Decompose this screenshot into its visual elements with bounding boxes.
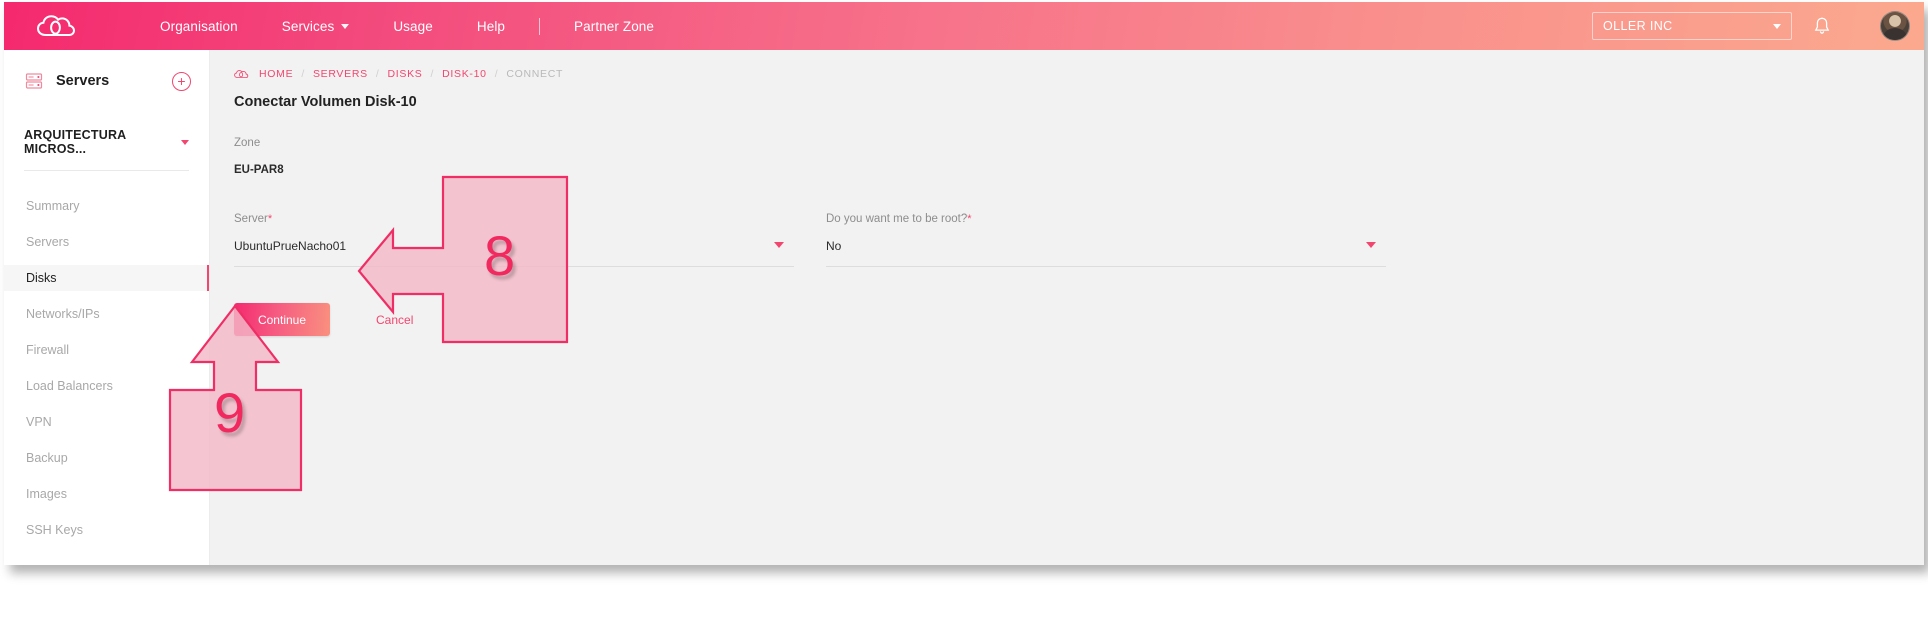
cancel-button[interactable]: Cancel: [370, 312, 419, 328]
root-field-label: Do you want me to be root?*: [826, 213, 1386, 225]
server-select-value: UbuntuPrueNacho01: [234, 239, 347, 253]
sidebar-item-images[interactable]: Images: [4, 481, 209, 507]
continue-button[interactable]: Continue: [234, 303, 330, 336]
sidebar-header: Servers +: [4, 58, 209, 104]
sidebar-item-firewall[interactable]: Firewall: [4, 337, 209, 363]
breadcrumb-item-home[interactable]: HOME: [259, 68, 293, 80]
server-label-text: Server: [234, 213, 268, 225]
root-label-text: Do you want me to be root?: [826, 213, 968, 225]
nav-item-label: Partner Zone: [574, 18, 655, 34]
organisation-selector-value: OLLER INC: [1603, 19, 1673, 33]
sidebar-item-label: Images: [26, 487, 67, 501]
zone-block: Zone EU-PAR8: [211, 137, 1924, 176]
breadcrumb-item-connect: CONNECT: [506, 68, 564, 80]
cloud-icon: [234, 69, 249, 79]
server-rack-icon: [25, 73, 43, 89]
sidebar-menu: Summary Servers Disks Networks/IPs Firew…: [4, 193, 209, 543]
top-navigation-bar: Organisation Services Usage Help Partner…: [4, 2, 1924, 50]
breadcrumb-item-disks[interactable]: DISKS: [387, 68, 422, 80]
project-selector[interactable]: ARQUITECTURA MICROS...: [24, 128, 189, 171]
project-selector-label: ARQUITECTURA MICROS...: [24, 128, 126, 156]
root-select[interactable]: No: [826, 239, 1386, 267]
nav-item-usage[interactable]: Usage: [371, 19, 455, 34]
nav-item-help[interactable]: Help: [455, 19, 527, 34]
sidebar-item-label: VPN: [26, 415, 52, 429]
server-field: Server* UbuntuPrueNacho01: [234, 213, 794, 267]
sidebar-item-disks[interactable]: Disks: [4, 265, 209, 291]
sidebar-item-networks-ips[interactable]: Networks/IPs: [4, 301, 209, 327]
sidebar-item-load-balancers[interactable]: Load Balancers: [4, 373, 209, 399]
zone-label: Zone: [234, 137, 261, 149]
cloud-logo-icon: [37, 15, 75, 36]
sidebar-item-label: SSH Keys: [26, 523, 83, 537]
main-content: HOME / SERVERS / DISKS / DISK-10 / CONNE…: [211, 50, 1924, 565]
sidebar-item-label: Load Balancers: [26, 379, 113, 393]
sidebar-item-label: Networks/IPs: [26, 307, 100, 321]
nav-menu: Organisation Services Usage Help Partner…: [138, 17, 676, 35]
navbar-right-cluster: OLLER INC: [1592, 2, 1910, 50]
sidebar-item-label: Firewall: [26, 343, 70, 357]
application-window: Organisation Services Usage Help Partner…: [4, 2, 1924, 565]
nav-item-label: Usage: [393, 18, 433, 34]
sidebar-item-servers[interactable]: Servers: [4, 229, 209, 255]
nav-item-label: Help: [476, 18, 506, 34]
breadcrumb-item-disk-10[interactable]: DISK-10: [442, 68, 487, 80]
horizontal-scrollbar[interactable]: [418, 558, 1924, 565]
sidebar-section-title: Servers: [56, 73, 110, 89]
sidebar-item-backup[interactable]: Backup: [4, 445, 209, 471]
notifications-button[interactable]: [1792, 17, 1852, 35]
server-field-label: Server*: [234, 213, 794, 225]
breadcrumb-item-servers[interactable]: SERVERS: [313, 68, 368, 80]
nav-item-partner-zone[interactable]: Partner Zone: [552, 19, 676, 34]
breadcrumb-separator: /: [375, 68, 380, 80]
sidebar-item-label: Backup: [26, 451, 68, 465]
form-row: Server* UbuntuPrueNacho01 Do you want me…: [211, 213, 1924, 267]
add-server-button[interactable]: +: [172, 71, 191, 91]
nav-divider: [539, 17, 541, 35]
breadcrumb-separator: /: [430, 68, 435, 80]
form-actions: Continue Cancel: [211, 303, 1924, 336]
sidebar-item-label: Disks: [26, 271, 57, 285]
organisation-selector[interactable]: OLLER INC: [1592, 12, 1792, 40]
nav-item-organisation[interactable]: Organisation: [138, 19, 260, 34]
chevron-down-icon: [181, 139, 189, 145]
required-asterisk: *: [967, 213, 972, 225]
breadcrumb-separator: /: [301, 68, 305, 80]
zone-value: EU-PAR8: [234, 164, 284, 176]
nav-item-label: Organisation: [160, 18, 238, 34]
server-select[interactable]: UbuntuPrueNacho01: [234, 239, 794, 267]
sidebar-item-label: Summary: [26, 199, 80, 213]
avatar[interactable]: [1880, 11, 1910, 41]
page-title: Conectar Volumen Disk-10: [234, 94, 417, 110]
chevron-down-icon: [1773, 23, 1781, 29]
sidebar-item-vpn[interactable]: VPN: [4, 409, 209, 435]
breadcrumb: HOME / SERVERS / DISKS / DISK-10 / CONNE…: [211, 68, 1924, 80]
nav-item-label: Services: [281, 18, 335, 34]
breadcrumb-separator: /: [494, 68, 499, 80]
root-field: Do you want me to be root?* No: [826, 213, 1386, 267]
sidebar-item-summary[interactable]: Summary: [4, 193, 209, 219]
required-asterisk: *: [267, 213, 273, 225]
nav-item-services[interactable]: Services: [260, 19, 372, 34]
brand-logo[interactable]: [4, 15, 100, 37]
sidebar-item-label: Servers: [26, 235, 70, 249]
sidebar-item-ssh-keys[interactable]: SSH Keys: [4, 517, 209, 543]
root-select-value: No: [826, 239, 842, 253]
chevron-down-icon: [774, 242, 784, 248]
chevron-down-icon: [1366, 242, 1376, 248]
sidebar: Servers + ARQUITECTURA MICROS... Summary…: [4, 50, 210, 565]
chevron-down-icon: [341, 23, 350, 29]
notification-bell-icon: [1814, 17, 1830, 34]
screenshot-root: Organisation Services Usage Help Partner…: [0, 0, 1928, 619]
